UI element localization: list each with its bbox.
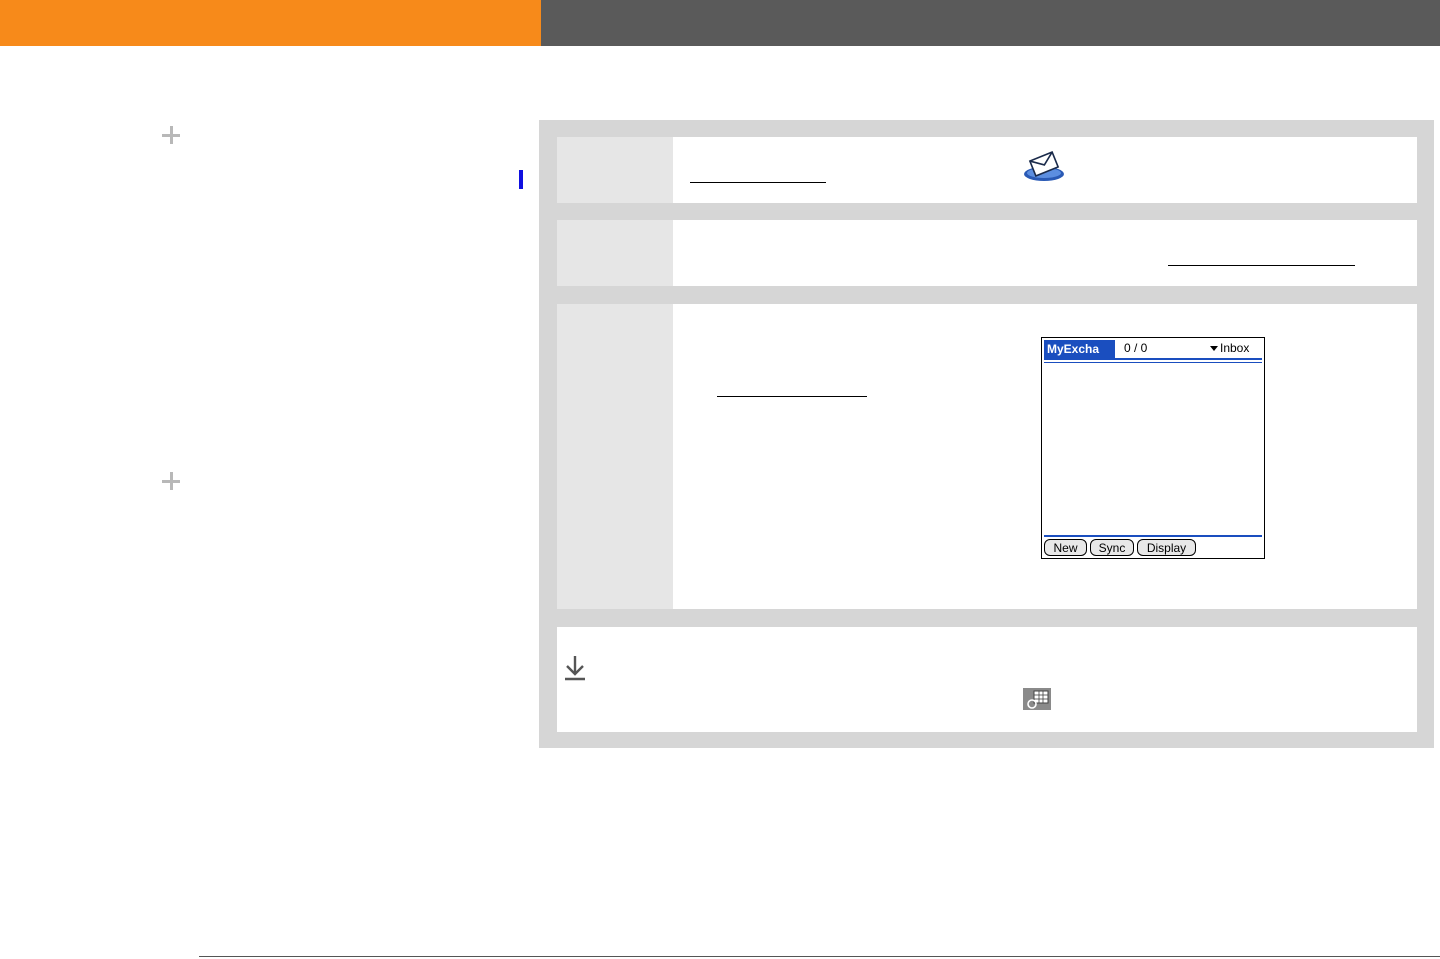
sync-button[interactable]: Sync bbox=[1090, 539, 1134, 556]
folder-dropdown-arrow-icon[interactable] bbox=[1210, 346, 1218, 351]
plus-icon[interactable] bbox=[162, 472, 180, 490]
step-3-number-cell bbox=[557, 304, 673, 609]
step-2-row bbox=[557, 220, 1417, 286]
tip-box bbox=[557, 627, 1417, 732]
message-count: 0 / 0 bbox=[1124, 341, 1148, 355]
footer-rule bbox=[199, 956, 1440, 957]
step-1-number-cell bbox=[557, 137, 673, 203]
device-screenshot: MyExcha 0 / 0 Inbox New Sync Display bbox=[1041, 337, 1265, 559]
account-tab[interactable]: MyExcha bbox=[1044, 340, 1115, 358]
header-gray-bar bbox=[541, 0, 1440, 46]
step-2-link[interactable] bbox=[1168, 265, 1355, 266]
step-3-link[interactable] bbox=[717, 396, 867, 397]
bottom-divider bbox=[1044, 535, 1262, 537]
mail-envelope-icon bbox=[1024, 151, 1064, 181]
step-1-row bbox=[557, 137, 1417, 203]
top-divider-thin bbox=[1044, 362, 1262, 363]
new-button[interactable]: New bbox=[1044, 539, 1087, 556]
header-orange-bar bbox=[0, 0, 541, 46]
folder-selector[interactable]: Inbox bbox=[1220, 341, 1249, 356]
top-divider bbox=[1044, 358, 1262, 360]
step-3-row bbox=[557, 304, 1417, 609]
down-arrow-icon bbox=[565, 656, 585, 681]
display-button[interactable]: Display bbox=[1137, 539, 1196, 556]
change-marker bbox=[519, 170, 523, 189]
step-2-number-cell bbox=[557, 220, 673, 286]
plus-icon[interactable] bbox=[162, 126, 180, 144]
step-1-link[interactable] bbox=[690, 182, 826, 183]
sync-calendar-icon bbox=[1023, 688, 1051, 710]
